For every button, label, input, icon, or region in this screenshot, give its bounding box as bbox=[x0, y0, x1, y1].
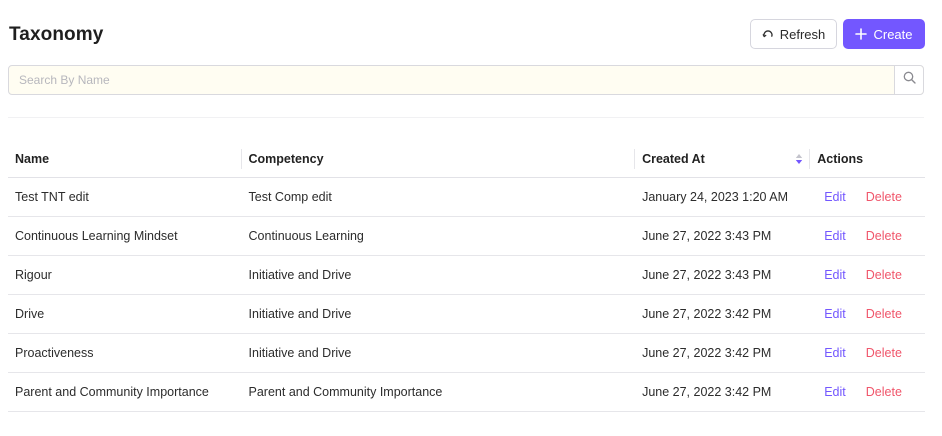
cell-actions: Edit Delete bbox=[810, 294, 925, 334]
refresh-icon bbox=[762, 28, 774, 40]
table-header-row: Name Competency Created At Actions bbox=[8, 140, 925, 178]
edit-link[interactable]: Edit bbox=[824, 190, 846, 204]
search-icon bbox=[903, 71, 916, 89]
sort-icon[interactable] bbox=[795, 153, 803, 168]
delete-link[interactable]: Delete bbox=[866, 190, 902, 204]
cell-created-at: June 27, 2022 3:43 PM bbox=[635, 216, 811, 256]
cell-competency: Initiative and Drive bbox=[241, 294, 636, 334]
column-header-created-at-label: Created At bbox=[642, 151, 705, 166]
cell-competency: Initiative and Drive bbox=[241, 255, 636, 295]
cell-competency: Parent and Community Importance bbox=[241, 372, 636, 412]
plus-icon bbox=[855, 28, 868, 40]
refresh-button[interactable]: Refresh bbox=[750, 19, 837, 49]
cell-actions: Edit Delete bbox=[810, 255, 925, 295]
cell-actions: Edit Delete bbox=[810, 333, 925, 373]
cell-created-at: June 27, 2022 3:43 PM bbox=[635, 255, 811, 295]
cell-actions: Edit Delete bbox=[810, 177, 925, 217]
cell-competency: Initiative and Drive bbox=[241, 333, 636, 373]
taxonomy-table: Name Competency Created At Actions Test … bbox=[8, 140, 925, 412]
page-title: Taxonomy bbox=[9, 24, 104, 45]
column-header-name[interactable]: Name bbox=[8, 140, 242, 178]
edit-link[interactable]: Edit bbox=[824, 307, 846, 321]
delete-link[interactable]: Delete bbox=[866, 385, 902, 399]
cell-actions: Edit Delete bbox=[810, 216, 925, 256]
cell-created-at: June 27, 2022 3:42 PM bbox=[635, 372, 811, 412]
delete-link[interactable]: Delete bbox=[866, 268, 902, 282]
search-button[interactable] bbox=[894, 66, 923, 94]
create-button[interactable]: Create bbox=[843, 19, 925, 49]
cell-name: Continuous Learning Mindset bbox=[8, 216, 242, 256]
table-row: Proactiveness Initiative and Drive June … bbox=[8, 333, 925, 373]
cell-created-at: January 24, 2023 1:20 AM bbox=[635, 177, 811, 217]
cell-created-at: June 27, 2022 3:42 PM bbox=[635, 333, 811, 373]
column-header-actions: Actions bbox=[810, 140, 925, 178]
delete-link[interactable]: Delete bbox=[866, 307, 902, 321]
cell-actions: Edit Delete bbox=[810, 372, 925, 412]
refresh-button-label: Refresh bbox=[779, 26, 826, 42]
table-row: Parent and Community Importance Parent a… bbox=[8, 372, 925, 412]
cell-created-at: June 27, 2022 3:42 PM bbox=[635, 294, 811, 334]
edit-link[interactable]: Edit bbox=[824, 268, 846, 282]
cell-name: Proactiveness bbox=[8, 333, 242, 373]
table-row: Drive Initiative and Drive June 27, 2022… bbox=[8, 294, 925, 334]
search-bar bbox=[8, 65, 924, 95]
column-header-competency[interactable]: Competency bbox=[241, 140, 636, 178]
delete-link[interactable]: Delete bbox=[866, 346, 902, 360]
search-input[interactable] bbox=[9, 66, 894, 94]
section-divider bbox=[8, 117, 924, 118]
edit-link[interactable]: Edit bbox=[824, 346, 846, 360]
cell-competency: Continuous Learning bbox=[241, 216, 636, 256]
cell-name: Rigour bbox=[8, 255, 242, 295]
cell-name: Test TNT edit bbox=[8, 177, 242, 217]
cell-name: Parent and Community Importance bbox=[8, 372, 242, 412]
edit-link[interactable]: Edit bbox=[824, 385, 846, 399]
cell-competency: Test Comp edit bbox=[241, 177, 636, 217]
column-header-created-at[interactable]: Created At bbox=[635, 140, 811, 178]
cell-name: Drive bbox=[8, 294, 242, 334]
table-row: Rigour Initiative and Drive June 27, 202… bbox=[8, 255, 925, 295]
edit-link[interactable]: Edit bbox=[824, 229, 846, 243]
create-button-label: Create bbox=[873, 26, 913, 42]
table-row: Test TNT edit Test Comp edit January 24,… bbox=[8, 177, 925, 217]
table-row: Continuous Learning Mindset Continuous L… bbox=[8, 216, 925, 256]
delete-link[interactable]: Delete bbox=[866, 229, 902, 243]
